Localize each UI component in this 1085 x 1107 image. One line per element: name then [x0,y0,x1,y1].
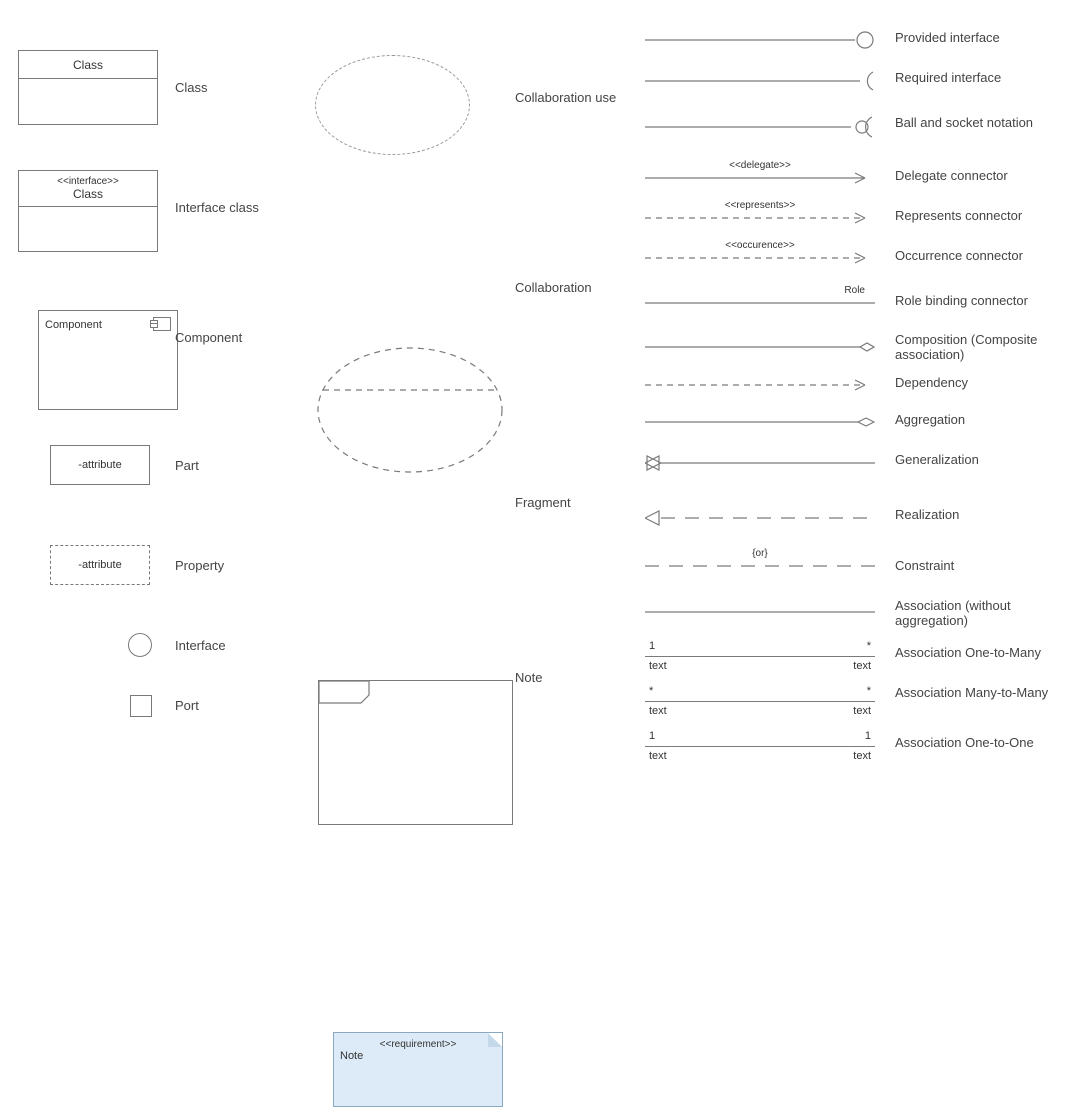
constraint-text: {or} [645,548,875,559]
assoc-many-many-label: Association Many-to-Many [895,685,1075,700]
assoc-one-many: 1 * text text [645,640,875,674]
a11-left: 1 [649,730,655,742]
realization-label: Realization [895,507,1075,522]
aggregation-connector [645,415,875,432]
property-shape: -attribute [50,545,150,585]
part-shape: -attribute [50,445,150,485]
collaboration-use-label: Collaboration use [515,90,616,105]
constraint-label: Constraint [895,558,1075,573]
interface-stereotype: <<interface>> [57,176,119,187]
collaboration-shape [315,345,505,475]
a11-bl: text [649,750,667,762]
provided-interface-connector [645,30,875,53]
component-shape: Component [38,310,178,410]
note-shape: <<requirement>> Note [333,1032,503,1107]
port-shape [130,695,152,717]
occurrence-label: Occurrence connector [895,248,1075,263]
assoc-many-many: * * text text [645,685,875,719]
occurrence-stereo: <<occurence>> [645,240,875,251]
property-label: Property [175,558,224,573]
component-icon [153,317,171,331]
amm-right: * [867,685,871,697]
note-label: Note [515,670,542,685]
ball-socket-label: Ball and socket notation [895,115,1075,130]
dependency-connector [645,378,875,395]
dependency-label: Dependency [895,375,1075,390]
association-label: Association (without aggregation) [895,598,1075,628]
class-title: Class [73,58,103,72]
required-interface-label: Required interface [895,70,1075,85]
interface-label: Interface [175,638,226,653]
role-binding-connector: Role [645,285,875,310]
part-label: Part [175,458,199,473]
note-fold-icon [488,1033,502,1047]
a1m-right: * [867,640,871,652]
amm-bl: text [649,705,667,717]
a1m-left: 1 [649,640,655,652]
composition-connector [645,340,875,357]
a11-right: 1 [865,730,871,742]
a1m-bl: text [649,660,667,672]
generalization-connector [645,455,875,474]
port-label: Port [175,698,199,713]
amm-left: * [649,685,653,697]
assoc-one-one-label: Association One-to-One [895,735,1075,750]
generalization-label: Generalization [895,452,1075,467]
fragment-shape [318,680,513,825]
constraint-connector: {or} [645,548,875,573]
role-text: Role [645,285,875,296]
represents-label: Represents connector [895,208,1075,223]
interface-class-shape: <<interface>> Class [18,170,158,252]
fragment-label: Fragment [515,495,571,510]
required-interface-connector [645,70,875,95]
amm-br: text [853,705,871,717]
collaboration-use-shape [315,55,470,155]
interface-class-title: Class [73,187,103,201]
delegate-stereo: <<delegate>> [645,160,875,171]
a1m-br: text [853,660,871,672]
property-text: -attribute [78,559,121,571]
occurrence-connector: <<occurence>> [645,240,875,268]
delegate-label: Delegate connector [895,168,1075,183]
note-stereotype: <<requirement>> [340,1039,496,1050]
represents-stereo: <<represents>> [645,200,875,211]
association-connector [645,605,875,619]
composition-label: Composition (Composite association) [895,332,1075,362]
aggregation-label: Aggregation [895,412,1075,427]
delegate-connector: <<delegate>> [645,160,875,188]
a11-br: text [853,750,871,762]
class-shape: Class [18,50,158,125]
component-title: Component [45,319,102,331]
assoc-one-one: 1 1 text text [645,730,875,764]
component-label: Component [175,330,242,345]
provided-interface-label: Provided interface [895,30,1075,45]
role-binding-label: Role binding connector [895,293,1075,308]
interface-class-label: Interface class [175,200,259,215]
represents-connector: <<represents>> [645,200,875,228]
note-text: Note [340,1050,496,1062]
collaboration-label: Collaboration [515,280,592,295]
part-text: -attribute [78,459,121,471]
interface-shape [128,633,152,657]
class-label: Class [175,80,208,95]
realization-connector [645,510,875,529]
ball-socket-connector [645,115,875,142]
assoc-one-many-label: Association One-to-Many [895,645,1075,660]
